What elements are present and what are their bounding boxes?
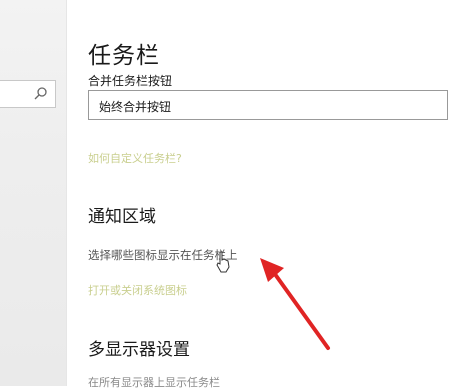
system-icons-link[interactable]: 打开或关闭系统图标: [88, 282, 187, 298]
multiple-displays-heading: 多显示器设置: [88, 340, 190, 360]
search-input[interactable]: [0, 80, 56, 108]
search-icon[interactable]: [33, 86, 49, 102]
combine-buttons-label: 合并任务栏按钮: [88, 74, 173, 88]
customize-taskbar-link[interactable]: 如何自定义任务栏?: [88, 150, 182, 166]
taskbar-settings-page: 任务栏 合并任务栏按钮 始终合并按钮 如何自定义任务栏? 通知区域 选择哪些图标…: [88, 0, 458, 389]
notification-area-heading: 通知区域: [88, 207, 156, 227]
combine-buttons-dropdown[interactable]: 始终合并按钮: [88, 90, 448, 120]
hand-cursor-icon: [215, 251, 231, 273]
page-title: 任务栏: [88, 43, 160, 69]
settings-sidebar: [0, 0, 67, 386]
show-taskbar-all-displays-label: 在所有显示器上显示任务栏: [88, 376, 220, 389]
combine-buttons-value: 始终合并按钮: [99, 100, 172, 114]
